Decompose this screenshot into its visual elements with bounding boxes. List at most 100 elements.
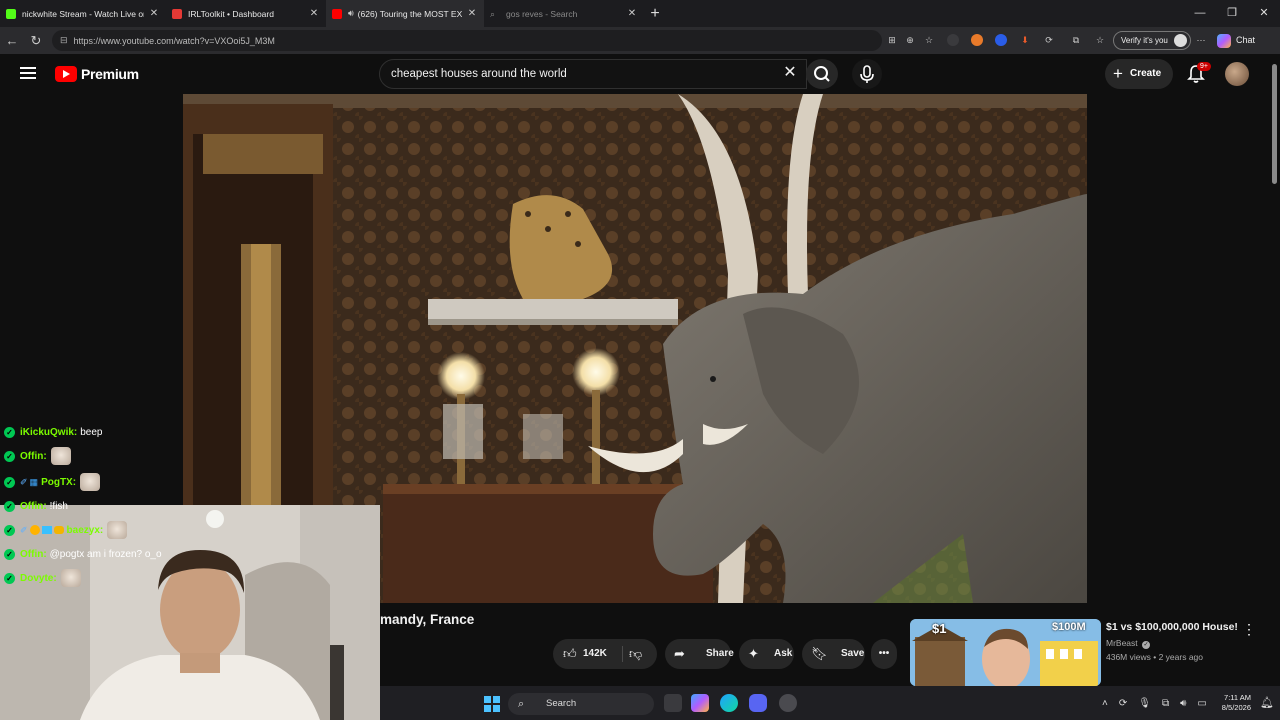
more-actions-button[interactable]: ••• (871, 639, 897, 669)
tray-volume-icon[interactable]: 🔊︎ (1180, 698, 1186, 709)
chat-text: beep (80, 426, 103, 438)
divider (622, 646, 623, 662)
address-bar[interactable]: ⊟ https://www.youtube.com/watch?v=VXOoi5… (52, 30, 882, 51)
ask-button[interactable]: ✦ Ask (739, 639, 794, 669)
close-tab-icon[interactable]: ✕ (626, 8, 638, 19)
related-video-meta: 436M views • 2 years ago (1106, 652, 1203, 662)
extension-blue-icon[interactable] (995, 34, 1007, 46)
tray-app-icon[interactable]: ⟳ (1119, 698, 1127, 709)
chat-message: ✓ ✐ ▦ PogTX: (4, 472, 101, 492)
copilot-app-icon[interactable] (691, 694, 709, 712)
create-label: Create (1130, 68, 1162, 79)
tab-search[interactable]: ⌕ gos reves - Search ✕ (484, 0, 644, 27)
edge-browser-icon[interactable] (720, 694, 738, 712)
close-tab-icon[interactable]: ✕ (308, 8, 320, 19)
verify-profile-button[interactable]: Verify it's you (1113, 31, 1191, 50)
refresh-icon[interactable]: ↻ (24, 33, 48, 49)
like-count[interactable]: 142K (583, 639, 607, 669)
verify-label: Verify it's you (1121, 36, 1168, 45)
chat-message: ✓ ✐ baezyx: (4, 520, 128, 540)
address-row: ← ↻ ⊟ https://www.youtube.com/watch?v=VX… (0, 27, 1280, 54)
like-dislike-group: 👍︎ 142K 👎︎ (553, 639, 657, 669)
related-more-icon[interactable]: ⋮ (1242, 621, 1256, 638)
window-controls: — ❐ ✕ (1184, 0, 1280, 27)
voice-search-button[interactable] (852, 59, 882, 89)
chat-text: !fish (49, 500, 68, 512)
copilot-chat-button[interactable]: Chat (1217, 31, 1255, 50)
tray-mic-icon[interactable]: 🎙︎ (1138, 698, 1151, 709)
task-view-icon[interactable] (664, 694, 682, 712)
logo-text: Premium (81, 66, 139, 82)
hamburger-menu-icon[interactable] (20, 67, 36, 79)
close-tab-icon[interactable]: ✕ (148, 8, 160, 19)
tray-network-icon[interactable]: ⧉ (1162, 698, 1169, 709)
scrollbar-thumb[interactable] (1272, 64, 1277, 184)
obs-icon[interactable] (779, 694, 797, 712)
search-button[interactable] (806, 59, 838, 89)
clear-search-icon[interactable]: ✕ (780, 63, 800, 83)
tab-title: nickwhite Stream - Watch Live on (22, 8, 144, 19)
new-tab-button[interactable]: + (644, 5, 666, 23)
site-info-icon[interactable]: ⊟ (60, 35, 68, 46)
maximize-button[interactable]: ❐ (1216, 0, 1248, 27)
chat-message: ✓ iKickuQwik: beep (4, 422, 103, 442)
verified-icon: ✓ (4, 450, 15, 462)
tab-irltoolkit[interactable]: IRLToolkit • Dashboard ✕ (166, 0, 326, 27)
chat-username: baezyx: (66, 524, 104, 536)
account-avatar[interactable] (1225, 62, 1249, 86)
browser-menu-icon[interactable]: ⋯ (1195, 34, 1207, 46)
extension-shield-icon[interactable] (947, 34, 959, 46)
related-video-title[interactable]: $1 vs $100,000,000 House! (1106, 621, 1246, 633)
verified-check-icon: ✓ (1142, 641, 1151, 649)
search-icon: ⌕ (518, 698, 525, 710)
extension-orange-icon[interactable] (971, 34, 983, 46)
dislike-icon[interactable]: 👎︎ (629, 639, 642, 669)
sub-badge-icon: ▦ (29, 476, 39, 487)
tray-overflow-icon[interactable]: ˄ (1102, 698, 1108, 709)
create-button[interactable]: + Create (1105, 59, 1173, 89)
youtube-premium-logo[interactable]: Premium (55, 66, 139, 82)
sparkle-icon: ✦ (748, 646, 759, 661)
related-channel[interactable]: MrBeast ✓ (1106, 638, 1151, 649)
tab-kick-stream[interactable]: nickwhite Stream - Watch Live on ✕ (0, 0, 166, 27)
save-button[interactable]: 🔖︎ Save (802, 639, 865, 669)
kick-icon (6, 8, 16, 19)
favorites-icon[interactable]: ☆ (1094, 34, 1106, 46)
page-scrollbar[interactable] (1268, 54, 1280, 690)
share-arrow-icon: ➦ (674, 646, 685, 661)
back-icon[interactable]: ← (0, 33, 24, 48)
extensions-puzzle-icon[interactable]: ⟳ (1043, 34, 1055, 46)
windows-start-icon[interactable] (484, 696, 500, 712)
youtube-icon (332, 8, 342, 19)
cat-emote-icon (80, 473, 101, 491)
clock-time: 7:11 AM (1224, 693, 1251, 702)
cat-emote-icon (50, 447, 71, 465)
badge-icon: ✐ (20, 476, 28, 487)
close-tab-icon[interactable]: ✕ (466, 8, 478, 19)
cat-emote-icon (107, 521, 128, 539)
app-available-icon[interactable]: ⊞ (886, 34, 898, 46)
chat-username: Dovyte: (20, 572, 57, 584)
taskbar-clock[interactable]: 7:11 AM 8/5/2026 (1207, 693, 1251, 713)
related-video-thumbnail[interactable]: $1 $100M (910, 619, 1101, 686)
tray-battery-icon[interactable]: ▭ (1197, 698, 1206, 709)
minimize-button[interactable]: — (1184, 0, 1216, 27)
split-screen-icon[interactable]: ⧉ (1070, 34, 1082, 46)
gift-badge-icon (29, 525, 40, 535)
tab-title: (626) Touring the MOST EXPE (357, 8, 462, 19)
chat-username: Offin: (20, 548, 47, 560)
tab-youtube-active[interactable]: 🔊︎ (626) Touring the MOST EXPE ✕ (326, 0, 484, 27)
download-extension-icon[interactable]: ⬇ (1019, 34, 1031, 46)
notification-bell-icon[interactable]: 🔔︎ (1260, 696, 1274, 709)
search-input[interactable]: cheapest houses around the world (379, 59, 807, 89)
zoom-icon[interactable]: ⊕ (904, 34, 916, 46)
speaker-icon[interactable]: 🔊︎ (348, 8, 354, 19)
close-window-button[interactable]: ✕ (1248, 0, 1280, 27)
bookmark-star-icon[interactable]: ☆ (923, 34, 935, 46)
taskbar-search[interactable]: ⌕ Search (508, 693, 654, 715)
share-button[interactable]: ➦ Share (665, 639, 734, 669)
system-tray: ˄ ⟳ 🎙︎ ⧉ 🔊︎ ▭ (1102, 686, 1207, 720)
chat-username: iKickuQwik: (20, 426, 78, 438)
discord-icon[interactable] (749, 694, 767, 712)
like-icon[interactable]: 👍︎ (563, 639, 577, 669)
